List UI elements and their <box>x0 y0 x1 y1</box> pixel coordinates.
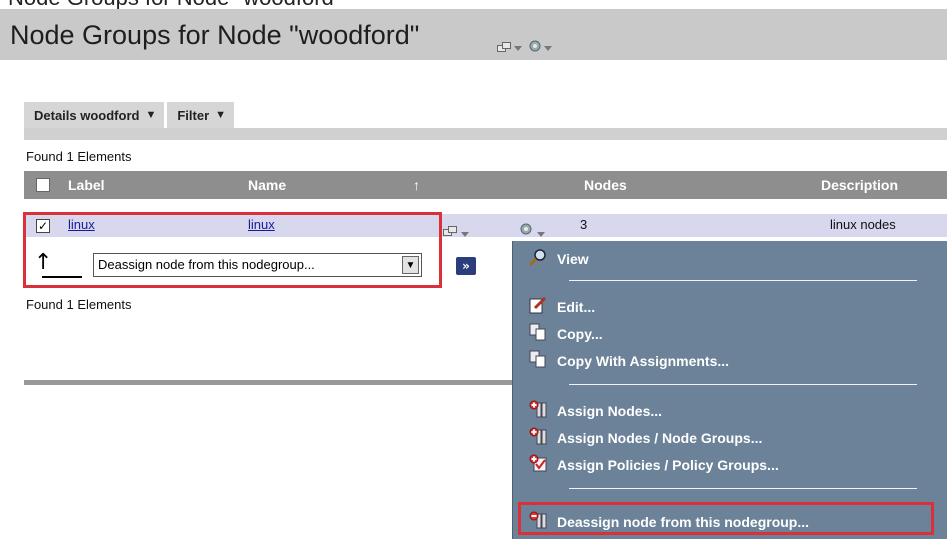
row-nodes-count: 3 <box>580 217 588 232</box>
row-description: linux nodes <box>830 217 896 232</box>
menu-item-copy-label: Copy... <box>557 325 603 342</box>
menu-separator <box>569 488 917 489</box>
menu-item-assign-nodes[interactable]: Assign Nodes... <box>529 400 662 421</box>
assign-nodes-icon <box>529 400 547 421</box>
sort-arrow-icon[interactable]: ↑ <box>413 177 420 193</box>
section-divider <box>24 380 514 385</box>
tab-details-label: Details woodford <box>34 107 140 123</box>
highlight-box-menu-item <box>518 502 934 535</box>
copy-icon <box>529 350 547 371</box>
chevron-down-icon[interactable] <box>544 37 552 56</box>
assign-policy-icon <box>529 454 547 475</box>
header-name[interactable]: Name <box>248 177 286 193</box>
header-nodes[interactable]: Nodes <box>584 177 627 193</box>
magnifier-icon <box>528 248 547 269</box>
tab-details[interactable]: Details woodford ▼ <box>24 102 165 128</box>
menu-item-assign-nodes-label: Assign Nodes... <box>557 402 663 419</box>
cut-off-heading: Node Groups for Node "woodford" <box>0 0 947 9</box>
context-menu: View Edit... Copy... Copy With Assignmen… <box>512 241 947 539</box>
edit-icon <box>529 296 547 317</box>
menu-separator <box>569 384 917 385</box>
found-count-bottom: Found 1 Elements <box>26 297 132 312</box>
header-label[interactable]: Label <box>68 177 105 193</box>
row-gear-icon[interactable] <box>520 220 532 239</box>
menu-item-edit-label: Edit... <box>557 298 596 315</box>
tab-filter-label: Filter <box>177 107 210 123</box>
copy-icon <box>529 323 547 344</box>
title-bar: Node Groups for Node "woodford" <box>0 9 947 60</box>
row-gear-chevron-icon[interactable] <box>537 223 545 242</box>
menu-item-copy[interactable]: Copy... <box>529 323 603 344</box>
go-button[interactable]: » <box>456 257 476 275</box>
menu-item-assign-nodes-groups-label: Assign Nodes / Node Groups... <box>557 429 763 446</box>
header-description[interactable]: Description <box>821 177 898 193</box>
row-chevron-down-icon[interactable] <box>461 223 469 242</box>
table-header: Label Name ↑ Nodes Description <box>24 171 947 199</box>
cut-off-heading-text: Node Groups for Node "woodford" <box>8 0 342 9</box>
tab-underline <box>24 128 947 140</box>
menu-item-assign-policies[interactable]: Assign Policies / Policy Groups... <box>529 454 779 475</box>
found-count-top: Found 1 Elements <box>26 149 132 164</box>
chevron-down-icon[interactable] <box>514 37 522 56</box>
menu-item-copy-with-assignments[interactable]: Copy With Assignments... <box>529 350 729 371</box>
highlight-box-row <box>23 212 442 288</box>
menu-item-edit[interactable]: Edit... <box>529 296 595 317</box>
menu-item-view[interactable]: View <box>528 248 589 269</box>
tab-filter[interactable]: Filter ▼ <box>167 102 235 128</box>
assign-nodes-icon <box>529 427 547 448</box>
select-all-checkbox[interactable] <box>36 178 50 192</box>
tab-bar: Details woodford ▼ Filter ▼ <box>24 102 235 128</box>
row-window-icon[interactable] <box>443 221 457 240</box>
menu-item-assign-nodes-groups[interactable]: Assign Nodes / Node Groups... <box>529 427 762 448</box>
page-title: Node Groups for Node "woodford" <box>10 20 420 50</box>
menu-item-copy-with-assignments-label: Copy With Assignments... <box>557 352 730 369</box>
window-icon[interactable] <box>497 37 511 56</box>
menu-item-assign-policies-label: Assign Policies / Policy Groups... <box>557 456 779 473</box>
tab-filter-caret: ▼ <box>215 109 227 121</box>
menu-item-view-label: View <box>557 250 589 267</box>
gear-icon[interactable] <box>529 37 541 56</box>
menu-separator <box>569 280 917 281</box>
title-actions <box>497 37 552 56</box>
tab-details-caret: ▼ <box>145 109 157 121</box>
